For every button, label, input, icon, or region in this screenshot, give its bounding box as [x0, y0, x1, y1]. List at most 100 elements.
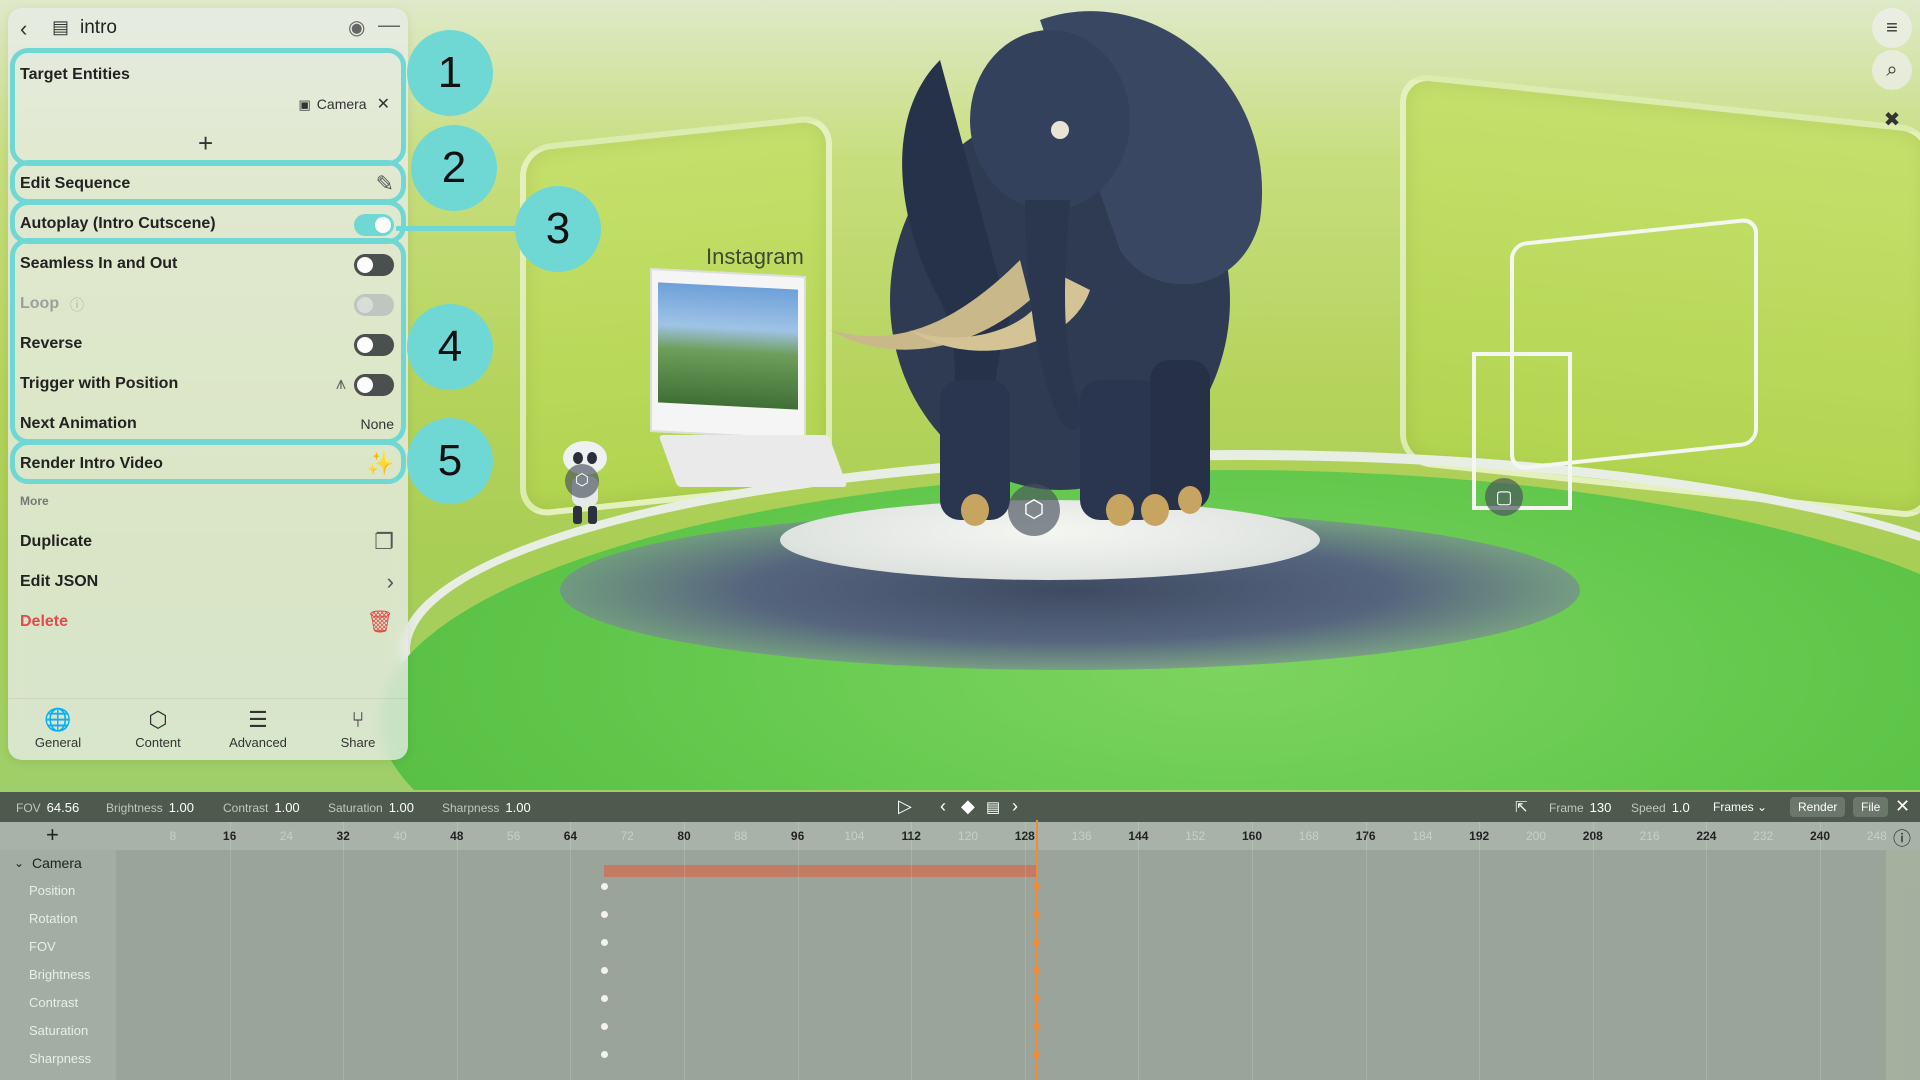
stat-contrast: Contrast 1.00 [223, 800, 300, 815]
track-rotation[interactable]: Rotation [29, 911, 77, 926]
frame-square-icon[interactable]: ▢ [1485, 478, 1523, 516]
camera-clip-bar[interactable] [604, 865, 1036, 877]
grid-line [911, 822, 913, 1080]
ruler-tick-minor: 248 [1866, 829, 1887, 843]
search-icon[interactable]: ⌕ [1872, 50, 1912, 90]
callout-1: 1 [407, 30, 493, 116]
tab-general[interactable]: 🌐 General [8, 707, 108, 750]
panel-header: ‹ ▤ intro ◉ — [8, 8, 408, 48]
track-group-camera[interactable]: Camera [32, 855, 82, 871]
entity-cube-icon[interactable]: ⬡ [565, 464, 599, 498]
ruler-tick-minor: 200 [1525, 829, 1547, 843]
callout-4: 4 [407, 304, 493, 390]
play-icon[interactable]: ▷ [898, 796, 912, 817]
entity-cube-icon[interactable]: ⬡ [1008, 484, 1060, 536]
track-contrast[interactable]: Contrast [29, 995, 78, 1010]
grid-line [684, 822, 685, 1080]
track-saturation[interactable]: Saturation [29, 1023, 88, 1038]
timeline-panel: FOV 64.56 Brightness 1.00 Contrast 1.00 Sat… [0, 792, 1920, 1080]
stat-fov: FOV 64.56 [16, 800, 80, 815]
grid-line [229, 822, 231, 1080]
ruler-tick-minor: 216 [1639, 829, 1660, 843]
callout-5: 5 [407, 418, 493, 504]
menu-icon[interactable]: ≡ [1872, 8, 1912, 48]
minimize-icon[interactable]: — [378, 12, 400, 38]
track-position[interactable]: Position [29, 883, 75, 898]
panel-title: intro [80, 17, 117, 38]
grid-line [1365, 822, 1367, 1080]
ruler-tick-minor: 72 [620, 829, 634, 843]
chevron-down-icon[interactable]: ⌄ [14, 856, 24, 870]
stat-saturation: Saturation 1.00 [328, 800, 415, 815]
menu-icon: ☰ [248, 707, 268, 732]
ruler-tick-minor: 168 [1298, 829, 1319, 843]
elephant-statue[interactable] [820, 0, 1320, 540]
track-fov[interactable]: FOV [29, 939, 56, 954]
stat-brightness: Brightness 1.00 [106, 800, 195, 815]
highlight-box-5 [10, 440, 406, 484]
add-track-icon[interactable]: + [46, 822, 59, 848]
track-list: ⌄ Camera Position Rotation FOV Brightnes… [0, 850, 116, 1080]
frame-readout: Frame 130 [1549, 800, 1612, 815]
highlight-box-1 [10, 48, 406, 166]
ruler-tick-minor: 104 [844, 829, 865, 843]
fit-icon[interactable]: ⇱ [1515, 798, 1528, 816]
track-area[interactable] [116, 850, 1886, 1080]
keyframe-dot[interactable] [601, 939, 608, 946]
grid-line [1706, 822, 1708, 1080]
cube-plus-icon: ⬡ [148, 707, 168, 732]
close-icon[interactable]: ✕ [1895, 796, 1910, 817]
track-brightness[interactable]: Brightness [29, 967, 90, 982]
ruler-tick-minor: 136 [1071, 829, 1092, 843]
trash-icon[interactable]: 🗑 [366, 609, 394, 635]
chevron-right-icon[interactable]: › [387, 569, 394, 595]
ruler-tick-minor: 152 [1185, 829, 1206, 843]
share-icon: ⑂ [351, 707, 365, 732]
edit-json-label: Edit JSON [20, 573, 99, 590]
eye-icon[interactable]: ◉ [348, 15, 365, 40]
keyframe-dot[interactable] [601, 1023, 608, 1030]
mic-muted-icon[interactable]: ✖ [1872, 100, 1912, 140]
instagram-photo-card[interactable] [650, 267, 806, 441]
keyframe-diamond-icon[interactable]: ◆ [961, 796, 975, 817]
keyframe-dot[interactable] [601, 883, 608, 890]
grid-line [343, 822, 345, 1080]
keyframe-dot[interactable] [601, 967, 608, 974]
keyframe-dot[interactable] [601, 995, 608, 1002]
duplicate-label: Duplicate [20, 533, 93, 550]
info-icon[interactable]: ⓘ [1893, 825, 1911, 851]
keyframe-dot[interactable] [601, 911, 608, 918]
inspector-panel: ‹ ▤ intro ◉ — Target Entities ▣ Camera ✕ +… [8, 8, 408, 760]
tab-advanced-label: Advanced [229, 735, 287, 750]
tab-content[interactable]: ⬡ Content [108, 707, 208, 750]
unit-select[interactable]: Frames ⌄ [1713, 800, 1767, 814]
delete-keyframe-icon[interactable]: ▤ [986, 798, 1000, 816]
tab-general-label: General [34, 735, 82, 750]
instagram-label: Instagram [706, 244, 804, 269]
copy-icon[interactable]: ❐ [374, 529, 394, 555]
next-keyframe-icon[interactable]: › [1012, 796, 1018, 817]
grid-line [1592, 822, 1594, 1080]
duplicate-row[interactable]: Duplicate ❐ [8, 523, 408, 561]
ruler-tick-minor: 56 [506, 829, 521, 843]
more-section-label: More [20, 494, 49, 508]
prev-keyframe-icon[interactable]: ‹ [940, 796, 946, 817]
grid-line [1820, 822, 1821, 1080]
tab-share[interactable]: ⑂ Share [308, 707, 408, 750]
file-button[interactable]: File [1853, 797, 1889, 817]
callout-3: 3 [515, 186, 601, 272]
playhead[interactable] [1036, 820, 1038, 1080]
ruler-tick-minor: 40 [393, 829, 407, 843]
delete-row[interactable]: Delete 🗑 [8, 603, 408, 641]
timeline-ruler[interactable]: + ⓘ 16 32 48 64 80 96 112 128 144 160 176 192 208 224… [0, 822, 1920, 850]
grid-line [1252, 822, 1253, 1080]
back-icon[interactable]: ‹ [20, 16, 27, 42]
keyframe-dot[interactable] [601, 1051, 608, 1058]
render-button[interactable]: Render [1790, 797, 1846, 817]
panel-tab-bar: 🌐 General ⬡ Content ☰ Advanced ⑂ Share [8, 698, 408, 760]
edit-json-row[interactable]: Edit JSON › [8, 563, 408, 601]
track-sharpness[interactable]: Sharpness [29, 1051, 91, 1066]
grid-line [1024, 822, 1026, 1080]
tab-advanced[interactable]: ☰ Advanced [208, 707, 308, 750]
stat-sharpness: Sharpness 1.00 [442, 800, 531, 815]
